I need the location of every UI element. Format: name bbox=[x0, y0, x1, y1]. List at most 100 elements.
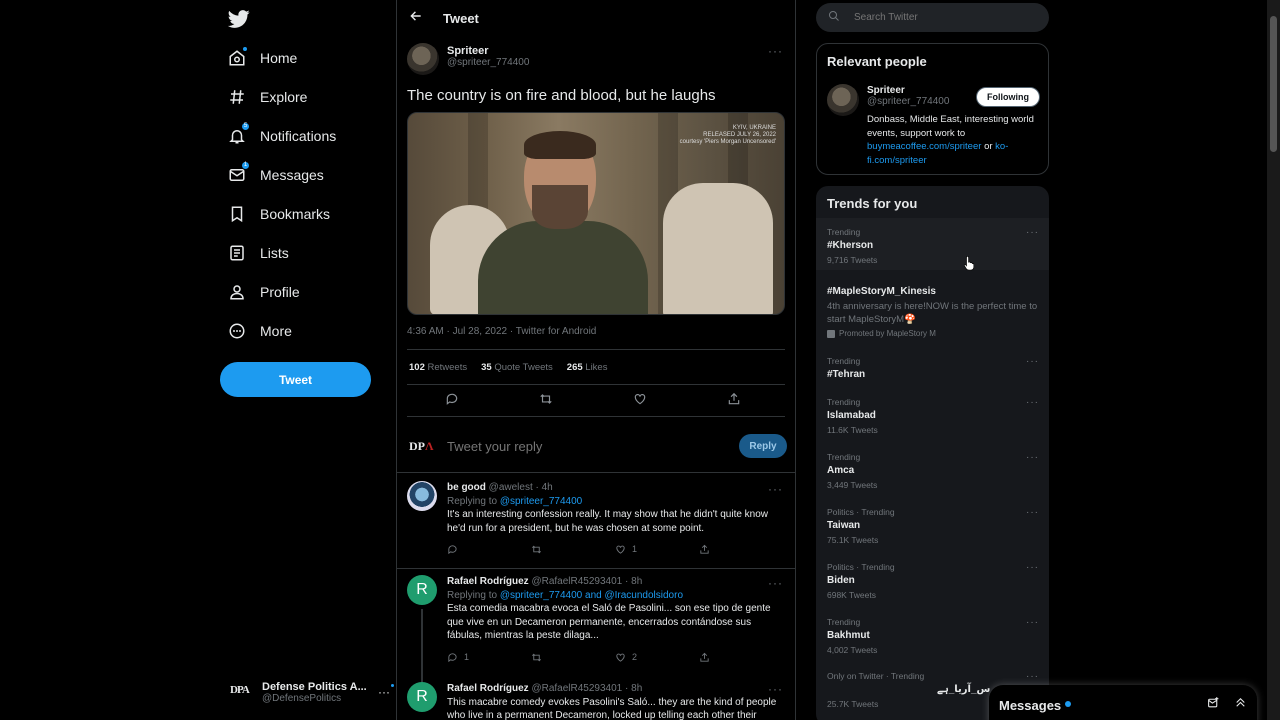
trend-more-icon[interactable]: ··· bbox=[1026, 617, 1039, 628]
avatar[interactable]: R bbox=[407, 682, 437, 712]
share-icon[interactable] bbox=[727, 392, 741, 411]
reply-more-icon[interactable]: ··· bbox=[768, 576, 783, 590]
nav-label-explore: Explore bbox=[260, 89, 308, 105]
trend-item[interactable]: Trending Amca 3,449 Tweets ··· bbox=[827, 452, 1039, 490]
nav-item-profile[interactable]: Profile bbox=[228, 277, 300, 307]
avatar[interactable] bbox=[407, 43, 439, 75]
reply-icon[interactable]: 1 bbox=[447, 651, 531, 665]
reply-text: This macabre comedy evokes Pasolini's Sa… bbox=[447, 696, 777, 720]
search-input[interactable] bbox=[854, 12, 1034, 23]
nav-item-notifications[interactable]: 5 Notifications bbox=[228, 121, 336, 151]
nav-item-lists[interactable]: Lists bbox=[228, 238, 289, 268]
quote-tweets-count[interactable]: 35 Quote Tweets bbox=[481, 362, 553, 373]
avatar[interactable] bbox=[827, 84, 859, 116]
messages-drawer-title[interactable]: Messages bbox=[999, 698, 1061, 713]
tweet-actions bbox=[445, 392, 741, 411]
relevant-person-name[interactable]: Spriteer bbox=[867, 85, 949, 96]
search-bar[interactable] bbox=[816, 3, 1049, 32]
messages-drawer[interactable]: Messages bbox=[989, 685, 1257, 720]
reply-icon[interactable] bbox=[445, 392, 459, 411]
trend-item[interactable]: Trending Islamabad 11.6K Tweets ··· bbox=[827, 397, 1039, 435]
replying-to-link[interactable]: @spriteer_774400 bbox=[500, 496, 582, 507]
trend-more-icon[interactable]: ··· bbox=[1026, 562, 1039, 573]
nav-item-messages[interactable]: 1 Messages bbox=[228, 160, 324, 190]
retweet-icon[interactable] bbox=[531, 651, 615, 665]
tweet-more-icon[interactable]: ··· bbox=[768, 44, 783, 58]
reply-button[interactable]: Reply bbox=[739, 434, 787, 458]
trend-item[interactable]: Trending Bakhmut 4,002 Tweets ··· bbox=[827, 617, 1039, 655]
nav-item-explore[interactable]: Explore bbox=[228, 82, 307, 112]
reply-input[interactable] bbox=[447, 438, 707, 454]
page-scrollbar[interactable] bbox=[1267, 0, 1280, 720]
account-avatar: DPA bbox=[230, 684, 250, 696]
tweet-author[interactable]: Spriteer @spriteer_774400 bbox=[407, 43, 529, 75]
trend-item[interactable]: Trending #Tehran ··· bbox=[827, 356, 1039, 380]
reply-meta: @awelest · 4h bbox=[488, 482, 553, 493]
account-switcher[interactable]: DPA Defense Politics A... @DefensePoliti… bbox=[230, 676, 395, 708]
expand-up-icon[interactable] bbox=[1234, 696, 1247, 714]
retweet-icon[interactable] bbox=[539, 392, 553, 411]
promoted-trend[interactable]: #MapleStoryM_Kinesis 4th anniversary is … bbox=[827, 283, 1039, 338]
messages-unread-dot bbox=[1065, 701, 1072, 707]
following-button[interactable]: Following bbox=[976, 87, 1040, 107]
author-handle[interactable]: @spriteer_774400 bbox=[447, 57, 529, 68]
likes-count[interactable]: 265 Likes bbox=[567, 362, 608, 373]
trend-more-icon[interactable]: ··· bbox=[1026, 397, 1039, 408]
chair-right bbox=[663, 183, 773, 314]
list-icon bbox=[228, 244, 246, 262]
nav-item-bookmarks[interactable]: Bookmarks bbox=[228, 199, 330, 229]
relevant-people-title: Relevant people bbox=[827, 54, 927, 69]
nav-label-more: More bbox=[260, 323, 292, 339]
nav-label-notifications: Notifications bbox=[260, 128, 337, 144]
trend-more-icon[interactable]: ··· bbox=[1026, 671, 1039, 682]
like-icon[interactable] bbox=[633, 392, 647, 411]
replying-to-link[interactable]: @spriteer_774400 and @Iracundolsidoro bbox=[500, 590, 683, 601]
messages-badge: 1 bbox=[241, 161, 250, 170]
nav-item-home[interactable]: Home bbox=[228, 43, 297, 73]
twitter-logo-icon[interactable] bbox=[227, 8, 250, 30]
reply-author-name[interactable]: be good bbox=[447, 482, 486, 493]
trend-more-icon[interactable]: ··· bbox=[1026, 452, 1039, 463]
reply-author-name[interactable]: Rafael Rodríguez bbox=[447, 576, 529, 587]
trends-title: Trends for you bbox=[827, 196, 918, 211]
share-icon[interactable] bbox=[699, 543, 783, 557]
tweet-video[interactable]: KYIV, UKRAINE RELEASED JULY 26, 2022 cou… bbox=[407, 112, 785, 315]
new-message-icon[interactable] bbox=[1207, 696, 1220, 714]
notifications-badge: 5 bbox=[241, 122, 250, 131]
avatar[interactable]: R bbox=[407, 575, 437, 605]
author-name[interactable]: Spriteer bbox=[447, 45, 529, 57]
trend-item[interactable]: Politics · Trending Taiwan 75.1K Tweets … bbox=[827, 507, 1039, 545]
account-more-icon[interactable]: ··· bbox=[378, 683, 395, 699]
tweet-timestamp[interactable]: 4:36 AM · Jul 28, 2022 · Twitter for And… bbox=[407, 326, 596, 337]
like-icon[interactable]: 2 bbox=[615, 651, 699, 665]
bookmark-icon bbox=[228, 205, 246, 223]
left-navigation: Home Explore 5 Notifications 1 Messages … bbox=[220, 0, 396, 720]
like-icon[interactable]: 1 bbox=[615, 543, 699, 557]
retweet-icon[interactable] bbox=[531, 543, 615, 557]
nav-label-profile: Profile bbox=[260, 284, 300, 300]
share-icon[interactable] bbox=[699, 651, 783, 665]
relevant-person[interactable]: Spriteer @spriteer_774400 Following Donb… bbox=[827, 84, 1040, 166]
trend-item[interactable]: Trending #Kherson 9,716 Tweets ··· bbox=[827, 227, 1039, 265]
back-arrow-icon[interactable] bbox=[409, 9, 423, 28]
avatar[interactable] bbox=[407, 481, 437, 511]
reply-text: It's an interesting confession really. I… bbox=[447, 509, 769, 534]
relevant-person-bio: Donbass, Middle East, interesting world … bbox=[867, 114, 1034, 166]
envelope-icon: 1 bbox=[228, 161, 250, 184]
account-name: Defense Politics A... bbox=[262, 680, 367, 693]
reply-icon[interactable] bbox=[447, 543, 531, 557]
relevant-person-handle[interactable]: @spriteer_774400 bbox=[867, 96, 949, 107]
reply-author-name[interactable]: Rafael Rodríguez bbox=[447, 683, 529, 694]
nav-label-bookmarks: Bookmarks bbox=[260, 206, 331, 222]
bio-link-buymeacoffee[interactable]: buymeacoffee.com/spriteer bbox=[867, 141, 981, 152]
trend-more-icon[interactable]: ··· bbox=[1026, 507, 1039, 518]
reply-more-icon[interactable]: ··· bbox=[768, 482, 783, 496]
trend-more-icon[interactable]: ··· bbox=[1026, 227, 1039, 238]
scrollbar-thumb[interactable] bbox=[1270, 16, 1277, 152]
retweets-count[interactable]: 102 Retweets bbox=[409, 362, 467, 373]
tweet-button[interactable]: Tweet bbox=[220, 362, 371, 397]
trend-item[interactable]: Politics · Trending Biden 698K Tweets ··… bbox=[827, 562, 1039, 600]
nav-item-more[interactable]: More bbox=[228, 316, 292, 346]
reply-more-icon[interactable]: ··· bbox=[768, 682, 783, 696]
trend-more-icon[interactable]: ··· bbox=[1026, 356, 1039, 367]
